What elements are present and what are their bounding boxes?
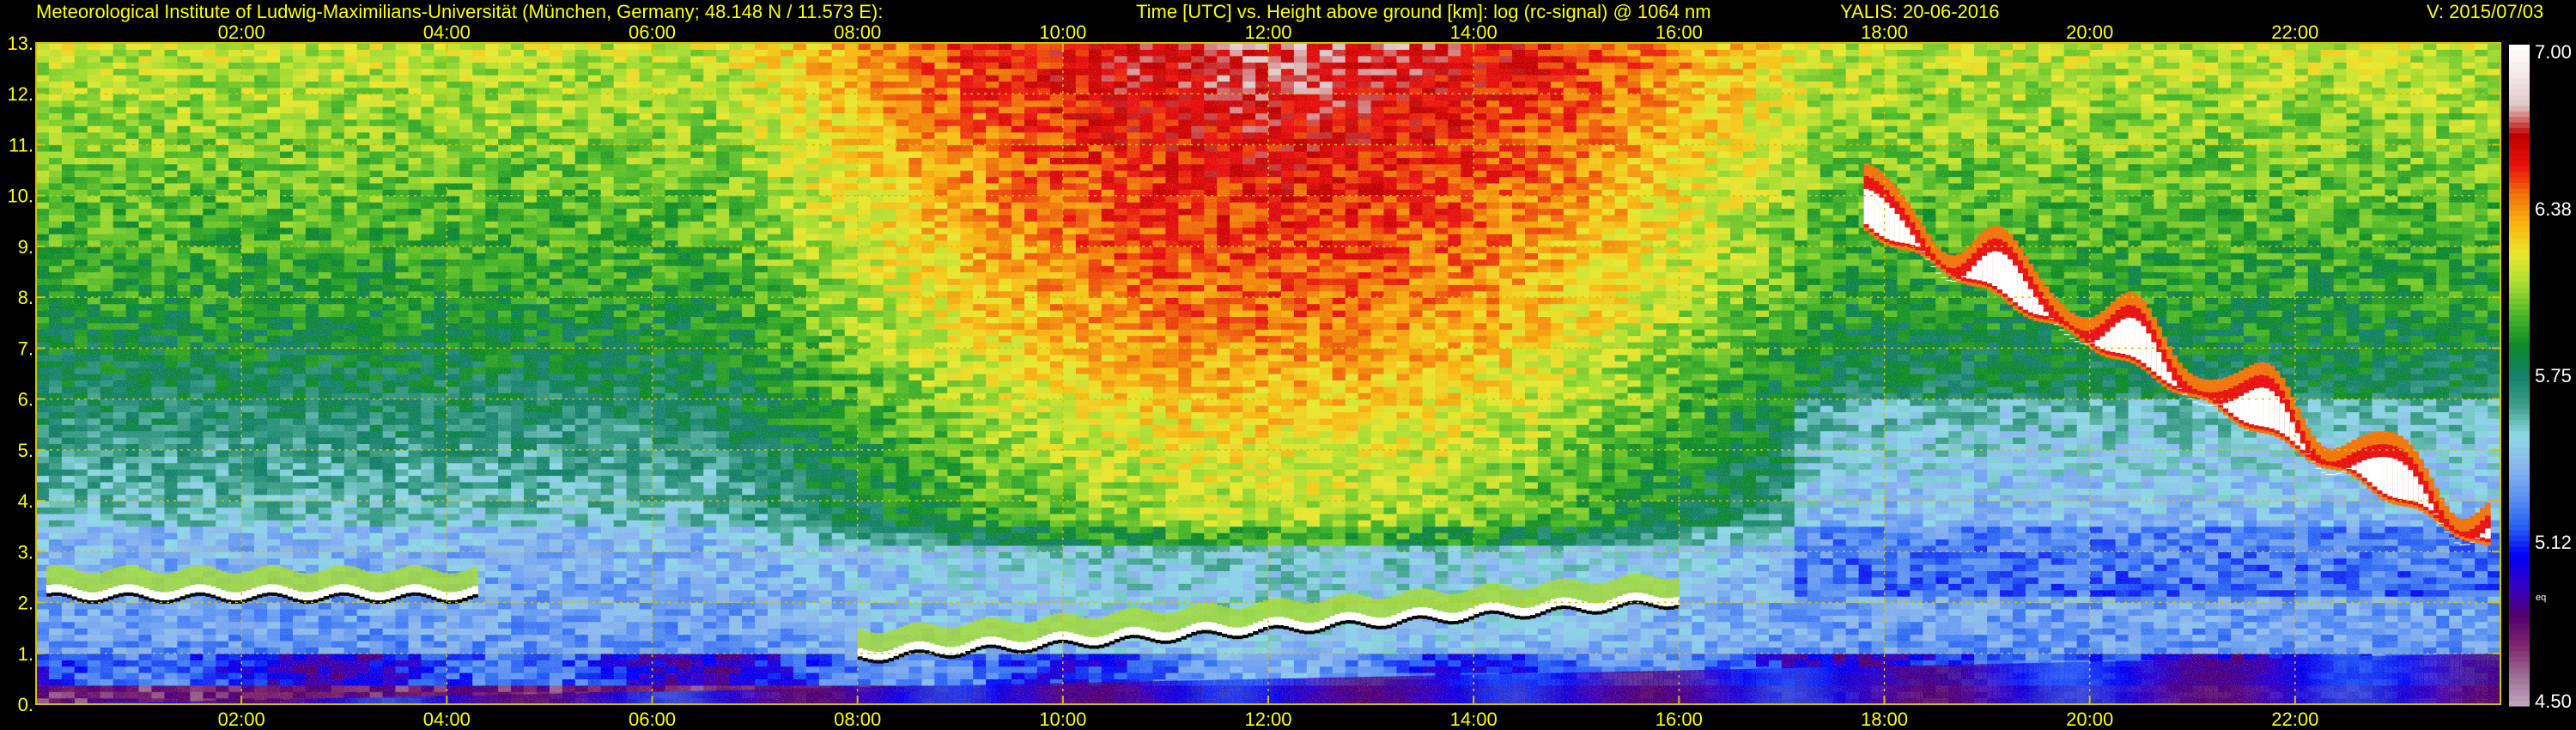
lidar-heatmap-chart: 02:0002:0004:0004:0006:0006:0008:0008:00…: [7, 21, 2571, 730]
